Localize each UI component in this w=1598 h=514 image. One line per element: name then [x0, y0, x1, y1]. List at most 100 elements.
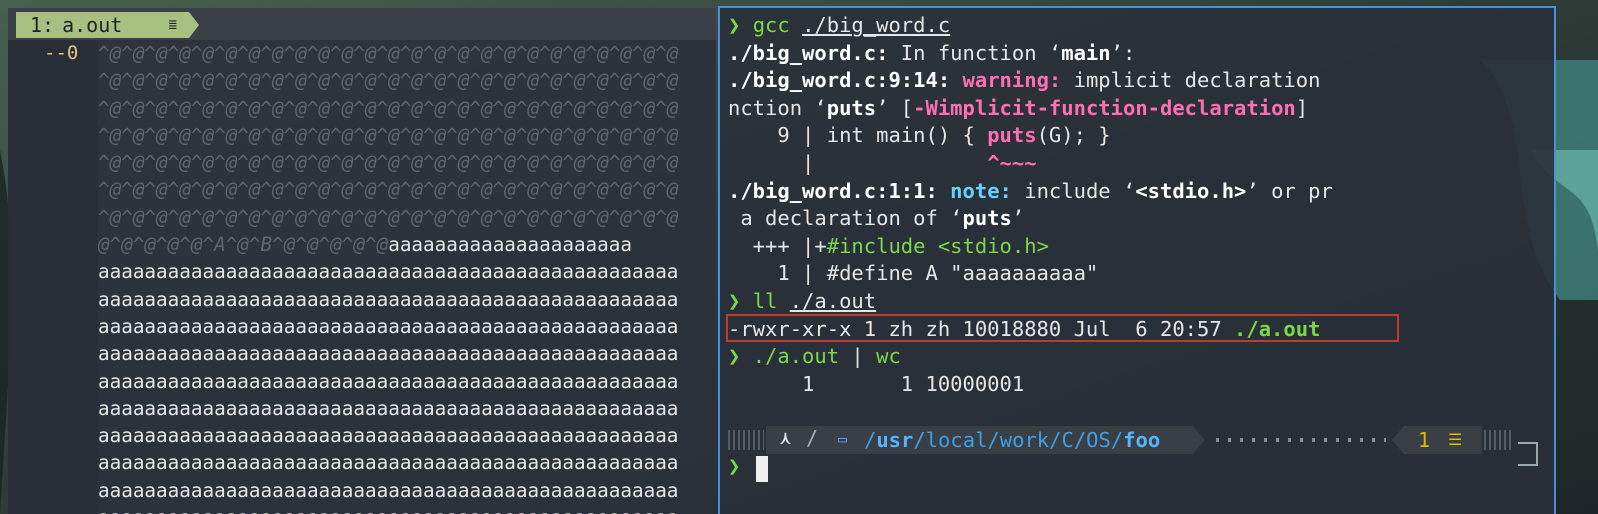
terminal-line: 1 1 10000001: [728, 371, 1024, 399]
powerline-left-fill: [728, 430, 764, 450]
powerline-right-fill: [1484, 430, 1514, 450]
terminal-text: ’: [1011, 206, 1025, 231]
terminal-text: ^~~~: [987, 151, 1037, 175]
buffer-line: ^@^@^@^@^@^@^@^@^@^@^@^@^@^@^@^@^@^@^@^@…: [98, 176, 704, 203]
jobs-segment-arrow: [1392, 426, 1404, 454]
terminal-text: warning:: [962, 68, 1062, 93]
line-number-gutter: --0: [8, 40, 98, 514]
tab-name: a.out: [62, 13, 123, 37]
terminal-line: | ^~~~: [728, 150, 1037, 178]
buffer-text: aaaaaaaaaaaaaaaaaaaaa: [388, 233, 632, 257]
terminal-text: <stdio.h>: [1135, 178, 1247, 203]
vim-buffer[interactable]: ^@^@^@^@^@^@^@^@^@^@^@^@^@^@^@^@^@^@^@^@…: [98, 40, 704, 514]
terminal-text: 9 | int main() {: [728, 123, 988, 148]
tab-number: 1:: [30, 13, 55, 37]
list-icon: ≣: [168, 17, 177, 33]
terminal-text: note:: [950, 178, 1012, 203]
terminal-text: a declaration of ‘: [728, 206, 963, 231]
terminal-text: main: [1061, 40, 1111, 65]
terminal-text: 1 1 10000001: [728, 371, 1025, 396]
terminal-text: ./big_word.c: [802, 13, 951, 37]
buffer-text: aaaaaaaaaaaaaaaaaaaaaaaaaaaaaaaaaaaaaaaa…: [98, 260, 679, 284]
buffer-line: ^@^@^@^@^@^@^@^@^@^@^@^@^@^@^@^@^@^@^@^@…: [98, 204, 704, 231]
vim-pane[interactable]: 1: a.out ≣ --0 ^@^@^@^@^@^@^@^@^@^@^@^@^@…: [8, 8, 716, 514]
text-cursor[interactable]: [756, 456, 768, 482]
terminal-text: ll: [752, 289, 790, 313]
tab-a-out[interactable]: 1: a.out ≣: [16, 12, 189, 38]
terminal-text: +++ |+: [728, 233, 827, 258]
vim-tabline: 1: a.out ≣: [8, 8, 716, 40]
terminal-text: puts: [987, 123, 1037, 148]
line-number: --0: [44, 42, 79, 64]
buffer-line: aaaaaaaaaaaaaaaaaaaaaaaaaaaaaaaaaaaaaaaa…: [98, 504, 704, 514]
buffer-text: aaaaaaaaaaaaaaaaaaaaaaaaaaaaaaaaaaaaaaaa…: [98, 451, 679, 475]
buffer-text: aaaaaaaaaaaaaaaaaaaaaaaaaaaaaaaaaaaaaaaa…: [98, 369, 679, 393]
terminal-line: ./big_word.c:9:14: warning: implicit dec…: [728, 67, 1320, 95]
buffer-text: aaaaaaaaaaaaaaaaaaaaaaaaaaaaaaaaaaaaaaaa…: [98, 287, 679, 311]
terminal-line: nction ‘puts’ [-Wimplicit-function-decla…: [728, 95, 1308, 123]
buffer-text: @^@^@^@^@^A^@^B^@^@^@^@^@: [98, 233, 389, 257]
terminal-text: -Wimplicit-function-declaration: [913, 95, 1296, 120]
terminal-text: wc: [876, 344, 901, 369]
terminal-line: ❯ gcc ./big_word.c: [728, 12, 950, 40]
terminal-text: ]: [1295, 95, 1309, 120]
jobs-count: 1: [1418, 428, 1431, 452]
buffer-line: @^@^@^@^@^A^@^B^@^@^@^@^@aaaaaaaaaaaaaaa…: [98, 231, 704, 258]
jobs-icon: ☰: [1448, 430, 1463, 449]
vim-editor[interactable]: --0 ^@^@^@^@^@^@^@^@^@^@^@^@^@^@^@^@^@^@…: [8, 40, 716, 514]
terminal-line: ❯ ll ./a.out: [728, 288, 876, 316]
terminal-text: gcc: [752, 13, 803, 37]
terminal-text: ’ or pr: [1246, 178, 1333, 203]
buffer-text: ^@^@^@^@^@^@^@^@^@^@^@^@^@^@^@^@^@^@^@^@…: [98, 123, 679, 147]
buffer-text: ^@^@^@^@^@^@^@^@^@^@^@^@^@^@^@^@^@^@^@^@…: [98, 96, 679, 120]
terminal-line: a declaration of ‘puts’: [728, 205, 1024, 233]
buffer-text: ^@^@^@^@^@^@^@^@^@^@^@^@^@^@^@^@^@^@^@^@…: [98, 205, 679, 229]
terminal-pane[interactable]: ⋏ / ▭ /usr/local/work/C/OS/foo 1 ☰ ❯ ❯ g…: [718, 6, 1556, 514]
terminal-text: ❯: [728, 289, 753, 313]
terminal-text: ❯: [728, 13, 753, 37]
terminal-text: ./big_word.c:1:1:: [728, 178, 938, 203]
buffer-line: aaaaaaaaaaaaaaaaaaaaaaaaaaaaaaaaaaaaaaaa…: [98, 340, 704, 367]
buffer-line: ^@^@^@^@^@^@^@^@^@^@^@^@^@^@^@^@^@^@^@^@…: [98, 122, 704, 149]
terminal-text: nction ‘: [728, 95, 827, 120]
buffer-line: aaaaaaaaaaaaaaaaaaaaaaaaaaaaaaaaaaaaaaaa…: [98, 422, 704, 449]
terminal-text: ./big_word.c:9:14:: [728, 68, 951, 93]
buffer-text: aaaaaaaaaaaaaaaaaaaaaaaaaaaaaaaaaaaaaaaa…: [98, 506, 678, 514]
terminal-text: (G); }: [1036, 123, 1111, 148]
terminal-line: ./big_word.c: In function ‘main’:: [728, 40, 1135, 68]
terminal-text: In function ‘: [888, 40, 1062, 65]
buffer-line: aaaaaaaaaaaaaaaaaaaaaaaaaaaaaaaaaaaaaaaa…: [98, 449, 704, 476]
terminal-line: 9 | int main() { puts(G); }: [728, 122, 1111, 150]
arch-icon: ⋏: [780, 428, 791, 449]
current-path: /usr/local/work/C/OS/foo: [864, 428, 1161, 452]
folder-icon: ▭: [838, 430, 848, 448]
buffer-line: aaaaaaaaaaaaaaaaaaaaaaaaaaaaaaaaaaaaaaaa…: [98, 313, 704, 340]
terminal-line: ❯ ./a.out | wc: [728, 343, 901, 371]
terminal-text: ./a.out: [752, 344, 840, 369]
terminal-line: +++ |+#include <stdio.h>: [728, 233, 1049, 261]
terminal-text: 1 | #define A "aaaaaaaaaa": [728, 261, 1099, 286]
buffer-line: ^@^@^@^@^@^@^@^@^@^@^@^@^@^@^@^@^@^@^@^@…: [98, 95, 704, 122]
input-prompt: ❯: [728, 454, 741, 478]
buffer-line: aaaaaaaaaaaaaaaaaaaaaaaaaaaaaaaaaaaaaaaa…: [98, 368, 704, 395]
terminal-text: |: [839, 344, 877, 369]
buffer-text: ^@^@^@^@^@^@^@^@^@^@^@^@^@^@^@^@^@^@^@^@…: [98, 151, 679, 175]
buffer-line: ^@^@^@^@^@^@^@^@^@^@^@^@^@^@^@^@^@^@^@^@…: [98, 149, 704, 176]
buffer-line: aaaaaaaaaaaaaaaaaaaaaaaaaaaaaaaaaaaaaaaa…: [98, 477, 704, 504]
buffer-text: ^@^@^@^@^@^@^@^@^@^@^@^@^@^@^@^@^@^@^@^@…: [98, 42, 679, 65]
buffer-text: aaaaaaaaaaaaaaaaaaaaaaaaaaaaaaaaaaaaaaaa…: [98, 478, 679, 502]
directory-segment: ⋏ / ▭ /usr/local/work/C/OS/foo: [766, 426, 1193, 454]
terminal-text: puts: [962, 206, 1012, 231]
terminal-line: ./big_word.c:1:1: note: include ‘<stdio.…: [728, 178, 1333, 206]
terminal-text: ./big_word.c:: [728, 40, 889, 65]
terminal-text: implicit declaration: [1061, 68, 1321, 93]
terminal-text: ❯: [728, 344, 753, 369]
prompt-leader-dots: [1216, 438, 1386, 442]
buffer-text: ^@^@^@^@^@^@^@^@^@^@^@^@^@^@^@^@^@^@^@^@…: [98, 178, 679, 202]
separator-slash: /: [806, 426, 819, 450]
terminal-text: -rwxr-xr-x 1 zh zh 10018880 Jul 6 20:57: [728, 316, 1235, 341]
directory-segment-arrow: [1193, 426, 1205, 454]
terminal-text: ’ [: [876, 95, 914, 120]
